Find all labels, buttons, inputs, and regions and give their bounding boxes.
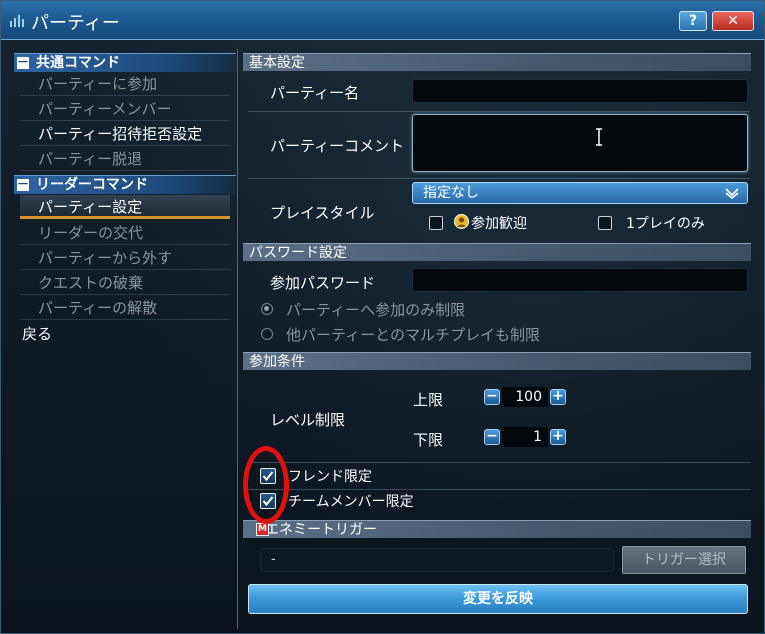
lower-decrement-button[interactable]: − [484,429,500,445]
trigger-item-icon: M [256,523,269,536]
party-comment-input[interactable] [412,114,748,172]
chevron-down-icon [725,188,739,199]
leader-commands-header[interactable]: － リーダーコマンド [14,175,236,194]
join-only-radio[interactable] [261,303,273,315]
divider [248,489,750,490]
password-settings-header: パスワード設定 [243,243,751,261]
friend-only-label: フレンド限定 [288,469,372,485]
divider [248,178,750,179]
join-welcome-label: 参加歓迎 [471,216,527,232]
lower-limit-label: 下限 [413,431,444,449]
upper-limit-value[interactable]: 100 [502,387,548,407]
menu-item-party-settings[interactable]: パーティー設定 [20,195,230,219]
command-menu: － 共通コマンド パーティーに参加 パーティーメンバー パーティー招待拒否設定 … [10,49,236,629]
team-only-label: チームメンバー限定 [288,494,414,510]
party-settings-panel: 基本設定 パーティー名 パーティーコメント プレイスタイル 指定なし 参加歓迎 … [237,49,756,629]
party-window: パーティー ? ✕ － 共通コマンド パーティーに参加 パーティーメンバー パー… [0,0,765,634]
party-name-label: パーティー名 [270,84,360,102]
menu-item-leave-party[interactable]: パーティー脱退 [20,147,230,171]
party-name-input[interactable] [412,79,748,103]
collapse-icon: － [17,55,30,69]
welcome-badge-icon [454,214,469,229]
title-bar: パーティー ? ✕ [1,1,764,40]
level-limit-label: レベル制限 [270,411,346,429]
playstyle-dropdown[interactable]: 指定なし [412,182,748,204]
window-title: パーティー [31,13,120,34]
menu-item-change-leader[interactable]: リーダーの交代 [20,221,230,245]
join-conditions-header: 参加条件 [243,352,751,370]
playstyle-label: プレイスタイル [270,204,375,222]
party-comment-label: パーティーコメント [270,137,405,155]
menu-item-invite-refusal[interactable]: パーティー招待拒否設定 [20,122,230,146]
upper-increment-button[interactable]: + [550,389,566,405]
back-button[interactable]: 戻る [22,323,52,344]
apply-changes-button[interactable]: 変更を反映 [248,584,748,614]
close-button[interactable]: ✕ [712,11,754,31]
join-password-input[interactable] [412,268,748,292]
basic-settings-header: 基本設定 [243,53,751,71]
menu-item-party-members[interactable]: パーティーメンバー [20,97,230,121]
join-only-label: パーティーへ参加のみ制限 [286,301,466,319]
party-icon [10,15,24,27]
multi-play-radio[interactable] [261,328,273,340]
divider [248,462,750,463]
menu-item-remove-member[interactable]: パーティーから外す [20,246,230,270]
one-play-label: 1プレイのみ [626,216,705,232]
common-commands-header[interactable]: － 共通コマンド [14,53,236,72]
divider [248,111,750,112]
lower-increment-button[interactable]: + [550,429,566,445]
menu-item-abandon-quest[interactable]: クエストの破棄 [20,271,230,295]
lower-limit-value[interactable]: 1 [502,427,548,447]
annotation-circle [243,446,289,524]
enemy-trigger-header: エネミートリガー [243,520,751,538]
join-welcome-checkbox[interactable] [429,216,443,230]
text-cursor-icon [596,128,602,146]
trigger-select-button[interactable]: トリガー選択 [622,546,746,574]
enemy-trigger-field: - [260,548,614,572]
one-play-checkbox[interactable] [598,216,612,230]
multi-play-label: 他パーティーとのマルチプレイも制限 [286,326,540,344]
upper-decrement-button[interactable]: − [484,389,500,405]
join-password-label: 参加パスワード [270,274,376,292]
menu-item-disband-party[interactable]: パーティーの解散 [20,296,230,320]
close-icon: ✕ [727,13,739,29]
help-button[interactable]: ? [679,11,707,31]
help-icon: ? [688,13,698,29]
upper-limit-label: 上限 [413,391,444,409]
menu-item-join-party[interactable]: パーティーに参加 [20,72,230,96]
collapse-icon: － [17,177,30,191]
